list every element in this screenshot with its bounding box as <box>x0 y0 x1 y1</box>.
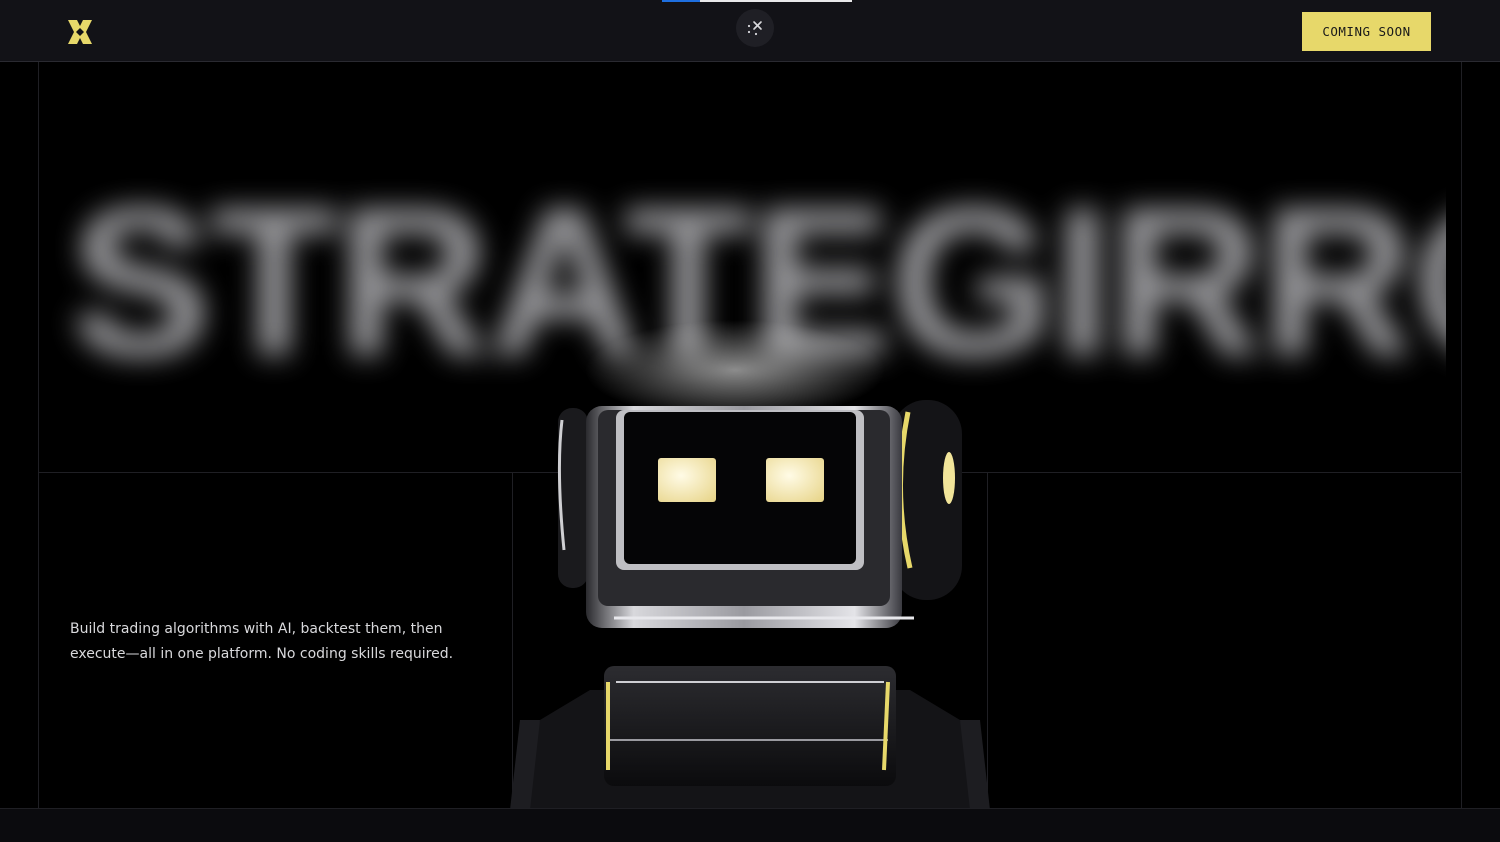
close-icon[interactable] <box>736 9 774 47</box>
grid-line <box>1461 62 1462 808</box>
scroll-progress-fill <box>662 0 700 2</box>
grid-line <box>38 62 39 808</box>
scroll-progress <box>662 0 852 2</box>
coming-soon-button[interactable]: COMING SOON <box>1302 12 1431 51</box>
robot-illustration <box>500 300 1000 810</box>
bottom-section <box>0 808 1500 842</box>
x-logo-icon[interactable] <box>66 18 94 46</box>
hero-description: Build trading algorithms with AI, backte… <box>70 621 454 662</box>
top-nav: COMING SOON <box>0 0 1500 62</box>
